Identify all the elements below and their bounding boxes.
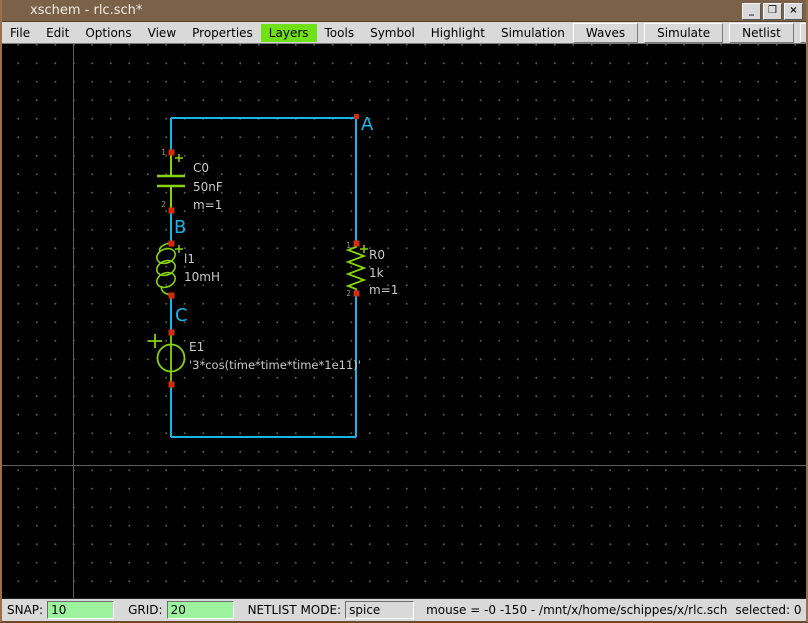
menu-item-options[interactable]: Options [77, 24, 139, 42]
resistor-symbol[interactable] [345, 243, 368, 293]
pin-marker [353, 240, 360, 247]
menu-item-file[interactable]: File [2, 24, 38, 42]
plus-icon [148, 334, 162, 348]
pin-number: 1 [346, 241, 351, 250]
simulate-button[interactable]: Simulate [644, 22, 724, 43]
plus-icon [175, 245, 183, 253]
inductor-symbol[interactable] [155, 242, 183, 296]
node-label-a[interactable]: A [361, 114, 374, 135]
resistor-value-label[interactable]: 1k [369, 266, 384, 280]
menu-item-tools[interactable]: Tools [317, 24, 363, 42]
snap-input[interactable] [47, 601, 115, 619]
node-labels: A B C [174, 114, 374, 326]
capacitor-ref-label[interactable]: C0 [193, 161, 209, 175]
pin-marker [168, 329, 175, 336]
pin-number: 1 [161, 148, 166, 157]
maximize-button[interactable]: ❒ [763, 3, 782, 20]
inductor-ref-label[interactable]: l1 [184, 252, 195, 266]
wire-endpoint-marker [354, 114, 359, 119]
source-value-label[interactable]: '3*cos(time*time*time*1e11)' [189, 358, 361, 372]
menu-item-layers[interactable]: Layers [260, 23, 317, 42]
close-icon: × [789, 5, 798, 16]
pin-number: 2 [346, 289, 351, 298]
netlist-button[interactable]: Netlist [729, 22, 794, 43]
snap-label: SNAP: [7, 603, 44, 617]
xschem-window: xschem - rlc.sch* _ ❒ × File Edit Option… [0, 0, 808, 623]
menu-item-symbol[interactable]: Symbol [362, 24, 423, 42]
schematic-drawing: 1 2 1 2 C0 50nF m=1 l1 10mH E1 '3*cos(ti… [148, 114, 398, 438]
pin-marker [168, 381, 175, 388]
component-labels: C0 50nF m=1 l1 10mH E1 '3*cos(time*time*… [184, 161, 398, 372]
menu-item-edit[interactable]: Edit [38, 24, 77, 42]
netlist-mode-input[interactable] [345, 601, 415, 619]
menu-item-highlight[interactable]: Highlight [423, 24, 493, 42]
resistor-ref-label[interactable]: R0 [369, 248, 385, 262]
selected-status-text: selected: 0 [735, 603, 802, 617]
plus-icon [360, 245, 368, 253]
source-ref-label[interactable]: E1 [189, 340, 204, 354]
window-title: xschem - rlc.sch* [30, 3, 143, 18]
source-symbol[interactable] [148, 332, 186, 384]
resistor-mult-label[interactable]: m=1 [369, 283, 398, 297]
capacitor-mult-label[interactable]: m=1 [193, 198, 222, 212]
pin-marker [353, 290, 360, 297]
titlebar[interactable]: xschem - rlc.sch* _ ❒ × [2, 0, 806, 22]
menubar: File Edit Options View Properties Layers… [2, 22, 806, 44]
netlist-mode-label: NETLIST MODE: [247, 603, 342, 617]
capacitor-value-label[interactable]: 50nF [193, 180, 223, 194]
pin-number: 2 [161, 200, 166, 209]
help-button[interactable]: Help [799, 22, 806, 43]
grid-label: GRID: [128, 603, 163, 617]
menu-item-view[interactable]: View [140, 24, 184, 42]
plus-icon [175, 154, 183, 162]
pin-marker [168, 292, 175, 299]
pin-marker [168, 240, 175, 247]
pin-marker [168, 207, 175, 214]
mouse-status-text: mouse = -0 -150 - /mnt/x/home/schippes/x… [426, 603, 728, 617]
schematic-canvas[interactable]: 1 2 1 2 C0 50nF m=1 l1 10mH E1 '3*cos(ti… [2, 44, 806, 598]
menu-item-properties[interactable]: Properties [184, 24, 261, 42]
minimize-icon: _ [749, 5, 754, 16]
grid-input[interactable] [166, 601, 234, 619]
minimize-button[interactable]: _ [742, 3, 761, 20]
pin-marker [168, 149, 175, 156]
window-controls: _ ❒ × [742, 3, 803, 20]
statusbar: SNAP: GRID: NETLIST MODE: mouse = -0 -15… [2, 598, 806, 621]
node-label-c[interactable]: C [175, 305, 188, 326]
maximize-icon: ❒ [768, 5, 777, 16]
close-button[interactable]: × [784, 3, 803, 20]
node-label-b[interactable]: B [174, 217, 186, 238]
menu-item-simulation[interactable]: Simulation [493, 24, 573, 42]
inductor-value-label[interactable]: 10mH [184, 270, 220, 284]
waves-button[interactable]: Waves [572, 22, 639, 43]
